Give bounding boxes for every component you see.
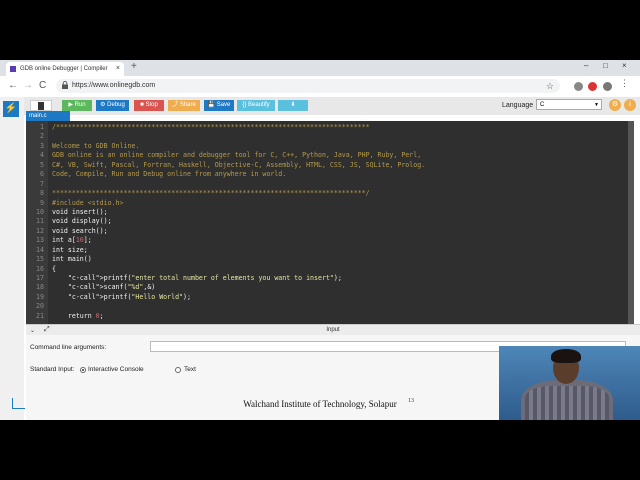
radio-text-label: Text (184, 366, 196, 373)
stop-button[interactable]: ■ Stop (134, 100, 164, 111)
code-text: void insert(); (52, 207, 108, 216)
radio-interactive-console[interactable] (80, 367, 86, 373)
toolbar: ▶ Run ⚙ Debug ■ Stop ⤴ Share 💾 Save {} B… (24, 97, 640, 115)
browser-tab[interactable]: GDB online Debugger | Compiler × (6, 62, 124, 76)
url-text: https://www.onlinegdb.com (72, 82, 156, 89)
beautify-button[interactable]: {} Beautify (237, 100, 275, 111)
code-text: "c-call">scanf("%d",&) (67, 283, 156, 292)
line-number: 18 (36, 283, 44, 292)
debug-button[interactable]: ⚙ Debug (96, 100, 129, 111)
line-number: 1 (40, 123, 44, 131)
language-label: Language (502, 102, 534, 109)
input-panel-header: ⌄ ⤢ Input (26, 325, 640, 335)
slide-number: 13 (408, 398, 414, 404)
code-text: return 0; (52, 311, 104, 320)
line-number: 3 (40, 141, 44, 150)
menu-icon[interactable]: ⋮ (620, 78, 629, 88)
run-button[interactable]: ▶ Run (62, 100, 92, 111)
settings-icon[interactable]: ⚙ (609, 99, 621, 111)
code-text: Welcome to GDB Online. (52, 141, 140, 150)
file-icon (38, 102, 44, 110)
language-select[interactable]: C ▼ (536, 99, 602, 110)
bookmark-star-icon[interactable]: ☆ (546, 79, 554, 93)
editor-scrollbar[interactable] (628, 121, 634, 324)
presenter-webcam (499, 346, 640, 420)
code-text: C#, VB, Swift, Pascal, Fortran, Haskell,… (52, 160, 426, 169)
line-number: 15 (36, 255, 44, 264)
file-tab-main-c[interactable]: main.c (26, 111, 70, 121)
line-number: 7 (40, 179, 44, 188)
code-text: "c-call">printf("Hello World"); (67, 292, 191, 301)
input-panel-title: Input (326, 327, 340, 333)
code-text: /***************************************… (52, 123, 370, 131)
code-editor[interactable]: 1 /**************************************… (26, 121, 634, 324)
tab-close-icon[interactable]: × (116, 62, 120, 76)
code-text: void display(); (52, 217, 112, 226)
new-tab-button[interactable]: + (131, 61, 137, 72)
line-number: 10 (36, 207, 44, 216)
code-text: ****************************************… (52, 189, 370, 198)
collapse-icon[interactable]: ⌄ (30, 326, 35, 336)
screen: GDB online Debugger | Compiler × + – □ ×… (0, 60, 640, 420)
code-text: #include <stdio.h> (52, 198, 124, 207)
line-number: 2 (40, 132, 44, 141)
address-bar-row: ← → C https://www.onlinegdb.com ☆ ⋮ (0, 76, 640, 98)
line-number: 11 (36, 217, 44, 226)
cla-label: Command line arguments: (30, 344, 107, 351)
download-button[interactable]: ⬇ (278, 100, 308, 111)
extension-record-icon[interactable] (588, 82, 597, 91)
line-number: 5 (40, 160, 44, 169)
favicon-icon (10, 66, 16, 72)
expand-icon[interactable]: ⤢ (44, 325, 50, 335)
back-button[interactable]: ← (8, 80, 18, 91)
line-number: 4 (40, 151, 44, 160)
radio-interactive-label: Interactive Console (88, 366, 144, 373)
line-number: 14 (36, 245, 44, 254)
tab-title: GDB online Debugger | Compiler (20, 66, 108, 72)
save-button[interactable]: 💾 Save (204, 100, 234, 111)
lock-icon (62, 81, 68, 89)
line-number: 19 (36, 292, 44, 301)
maximize-button[interactable]: □ (603, 61, 608, 70)
line-number: 9 (40, 198, 44, 207)
sidebar: ⚡ (0, 97, 24, 420)
forward-button[interactable]: → (23, 80, 33, 91)
new-file-button[interactable] (30, 100, 52, 111)
code-text: void search(); (52, 226, 108, 235)
browser-tabbar: GDB online Debugger | Compiler × + – □ × (0, 60, 640, 76)
line-number: 12 (36, 226, 44, 235)
reload-button[interactable]: C (39, 80, 46, 91)
profile-icon[interactable] (603, 82, 612, 91)
line-number: 8 (40, 189, 44, 198)
line-number: 21 (36, 311, 44, 320)
language-value: C (540, 102, 545, 108)
code-text: int main() (52, 255, 92, 264)
info-icon[interactable]: i (624, 99, 636, 111)
url-bar[interactable]: https://www.onlinegdb.com ☆ (56, 79, 560, 93)
code-text: int size; (52, 245, 88, 254)
line-number: 6 (40, 170, 44, 179)
code-text: int a[10]; (52, 236, 92, 245)
share-button[interactable]: ⤴ Share (168, 100, 200, 111)
window-close-button[interactable]: × (622, 61, 627, 70)
chevron-down-icon: ▼ (594, 102, 599, 108)
minimize-button[interactable]: – (584, 61, 588, 70)
extension-icon[interactable] (574, 82, 583, 91)
code-text: { (52, 264, 56, 273)
code-text: Code, Compile, Run and Debug online from… (52, 170, 287, 179)
radio-text[interactable] (175, 367, 181, 373)
code-text: "c-call">printf("enter total number of e… (67, 274, 342, 282)
line-number: 17 (36, 274, 44, 282)
line-number: 13 (36, 236, 44, 245)
code-text: GDB online is an online compiler and deb… (52, 151, 422, 160)
stdin-label: Standard Input: (30, 366, 75, 373)
sidebar-toggle-icon[interactable]: ⚡ (3, 101, 19, 117)
line-number: 16 (36, 264, 44, 273)
line-number: 20 (36, 302, 44, 311)
